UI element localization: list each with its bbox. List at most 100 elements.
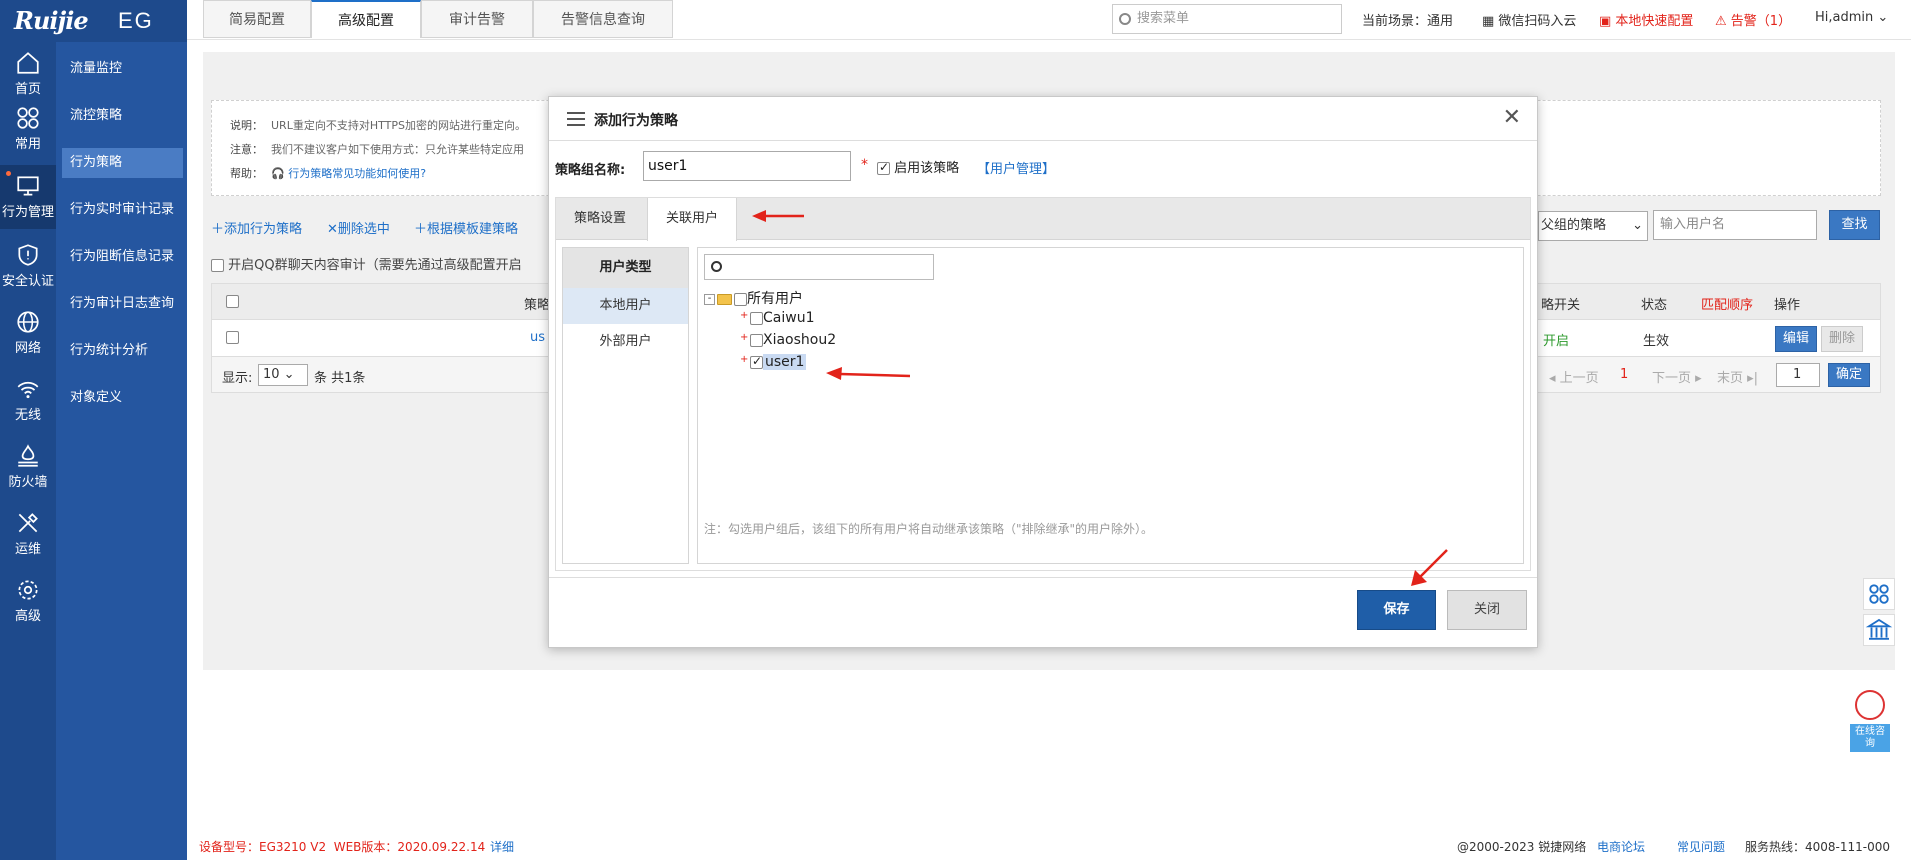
submenu-item[interactable]: 对象定义 [62, 383, 183, 413]
annotation-arrow [826, 367, 910, 380]
float-apps-button[interactable] [1863, 578, 1895, 610]
row-name[interactable]: us [530, 330, 545, 345]
group-name-input[interactable]: user1 [643, 151, 851, 181]
submenu-item[interactable]: 行为统计分析 [62, 336, 183, 366]
goto-page-input[interactable]: 1 [1776, 363, 1820, 387]
user-type-external[interactable]: 外部用户 [563, 324, 688, 360]
tools-icon [18, 513, 38, 533]
user-menu[interactable]: Hi,admin ⌄ [1815, 10, 1888, 25]
tab-alarm-query[interactable]: 告警信息查询 [533, 0, 673, 38]
quick-config-link[interactable]: ▣ 本地快速配置 [1599, 10, 1693, 29]
submenu: 流量监控 流控策略 行为策略 行为实时审计记录 行为阻断信息记录 行为审计日志查… [56, 42, 187, 860]
rail-label: 常用 [14, 137, 41, 152]
config-icon: ▣ [1599, 14, 1616, 29]
rail-wireless[interactable]: 无线 [0, 368, 56, 432]
username-search-input[interactable]: 输入用户名 [1653, 210, 1817, 240]
tab-audit-alarm[interactable]: 审计告警 [421, 0, 533, 38]
scene-label: 当前场景：通用 [1362, 14, 1454, 29]
tab-linked-users[interactable]: 关联用户 [647, 198, 738, 241]
rail-ops[interactable]: 运维 [0, 502, 56, 566]
checkbox-checked[interactable] [877, 160, 890, 175]
alarm-link[interactable]: ⚠ 告警（1） [1715, 10, 1791, 29]
user-type-list: 用户类型 本地用户 外部用户 [562, 247, 689, 564]
submenu-item[interactable]: 流控策略 [62, 101, 183, 131]
detail-link[interactable]: 详细 [490, 835, 514, 860]
close-button[interactable]: 关闭 [1447, 590, 1527, 630]
float-bank-button[interactable] [1863, 614, 1895, 646]
expand-icon[interactable]: + [740, 310, 748, 321]
qq-audit-toggle[interactable]: 开启QQ群聊天内容审计（需要先通过高级配置开启 [211, 254, 522, 273]
next-page[interactable]: 下一页 ▸ [1652, 367, 1702, 386]
online-consult-widget[interactable]: 在线咨询 [1850, 690, 1890, 762]
tree-search-input[interactable] [704, 254, 934, 280]
rail-firewall[interactable]: 防火墙 [0, 435, 56, 499]
submenu-item[interactable]: 流量监控 [62, 54, 183, 84]
last-page[interactable]: 末页 ▸| [1717, 367, 1758, 386]
faq-link[interactable]: 常见问题 [1677, 835, 1725, 860]
policy-filter-select[interactable]: 父组的策略 ⌄ [1538, 211, 1648, 241]
rail-behavior[interactable]: 行为管理 [0, 165, 56, 229]
rail-label: 无线 [14, 408, 41, 423]
submenu-item[interactable]: 行为审计日志查询 [62, 289, 183, 319]
tree-root[interactable]: - 所有用户 [704, 288, 803, 308]
add-policy-dialog: 添加行为策略 ✕ 策略组名称: user1 * 启用该策略 【用户管理】 策略设… [548, 96, 1538, 648]
note-line: 说明： URL重定向不支持对HTTPS加密的网站进行重定向。 [230, 119, 526, 132]
copyright: @2000-2023 锐捷网络 [1457, 840, 1587, 854]
tree-node[interactable]: + Caiwu1 [740, 310, 814, 326]
rail-security[interactable]: 安全认证 [0, 234, 56, 298]
row-checkbox[interactable] [226, 330, 239, 345]
tree-node[interactable]: + Xiaoshou2 [740, 332, 836, 348]
user-management-link[interactable]: 【用户管理】 [977, 158, 1055, 177]
qr-icon: ▦ [1482, 14, 1499, 29]
delete-button[interactable]: 删除 [1821, 326, 1863, 352]
notify-dot [6, 171, 11, 176]
wechat-cloud-link[interactable]: ▦ 微信扫码入云 [1482, 10, 1576, 29]
add-policy-button[interactable]: ＋添加行为策略 [211, 218, 302, 237]
rail-label: 首页 [14, 82, 41, 97]
rail-label: 运维 [14, 542, 41, 557]
expand-icon[interactable]: + [740, 354, 748, 365]
help-link[interactable]: 🎧 行为策略常见功能如何使用? [271, 167, 426, 180]
rail-network[interactable]: 网络 [0, 301, 56, 365]
grid-icon [17, 107, 39, 129]
search-placeholder: 搜索菜单 [1137, 11, 1190, 26]
enable-policy-checkbox[interactable]: 启用该策略 [877, 157, 959, 176]
submenu-item[interactable]: 行为阻断信息记录 [62, 242, 183, 272]
page-size-select[interactable]: 10 ⌄ [258, 364, 308, 386]
checkbox-checked[interactable] [750, 354, 763, 369]
mascot-icon [1855, 690, 1885, 720]
user-type-local[interactable]: 本地用户 [563, 288, 688, 324]
save-button[interactable]: 保存 [1357, 590, 1436, 630]
col-name: 策略 [524, 298, 551, 313]
edit-button[interactable]: 编辑 [1775, 326, 1817, 352]
tree-note: 注：勾选用户组后，该组下的所有用户将自动继承该策略（"排除继承"的用户除外）。 [704, 522, 1154, 536]
checkbox[interactable] [734, 292, 747, 306]
tab-simple-config[interactable]: 简易配置 [203, 0, 311, 38]
col-switch: 略开关 [1541, 298, 1581, 313]
goto-confirm-button[interactable]: 确定 [1828, 363, 1870, 387]
rail-common[interactable]: 常用 [0, 97, 56, 161]
template-policy-button[interactable]: ＋根据模板建策略 [414, 218, 518, 237]
menu-search-input[interactable]: 搜索菜单 [1112, 4, 1342, 34]
submenu-item[interactable]: 行为实时审计记录 [62, 195, 183, 225]
checkbox[interactable] [750, 311, 763, 325]
collapse-icon[interactable]: - [704, 293, 715, 305]
tree-node-selected[interactable]: +user1 [740, 354, 807, 370]
close-icon[interactable]: ✕ [1503, 105, 1521, 130]
delete-selected-button[interactable]: ✕删除选中 [327, 218, 390, 237]
rail-advanced[interactable]: 高级 [0, 569, 56, 633]
forum-link[interactable]: 电商论坛 [1597, 835, 1645, 860]
expand-icon[interactable]: + [740, 332, 748, 343]
select-all-checkbox[interactable] [226, 294, 239, 309]
checkbox[interactable] [211, 259, 224, 272]
nav-rail: 首页 常用 行为管理 安全认证 网络 无线 防火墙 运维 高级 [0, 42, 56, 860]
search-button[interactable]: 查找 [1829, 210, 1880, 240]
note-line: 帮助： 🎧 行为策略常见功能如何使用? [230, 167, 427, 180]
dialog-title: 添加行为策略 [594, 113, 678, 129]
tab-policy-settings[interactable]: 策略设置 [556, 198, 644, 240]
tab-advanced-config[interactable]: 高级配置 [311, 0, 421, 38]
prev-page[interactable]: ◂ 上一页 [1549, 367, 1599, 386]
home-icon [17, 52, 39, 74]
checkbox[interactable] [750, 333, 763, 347]
submenu-item-active[interactable]: 行为策略 [62, 148, 183, 178]
